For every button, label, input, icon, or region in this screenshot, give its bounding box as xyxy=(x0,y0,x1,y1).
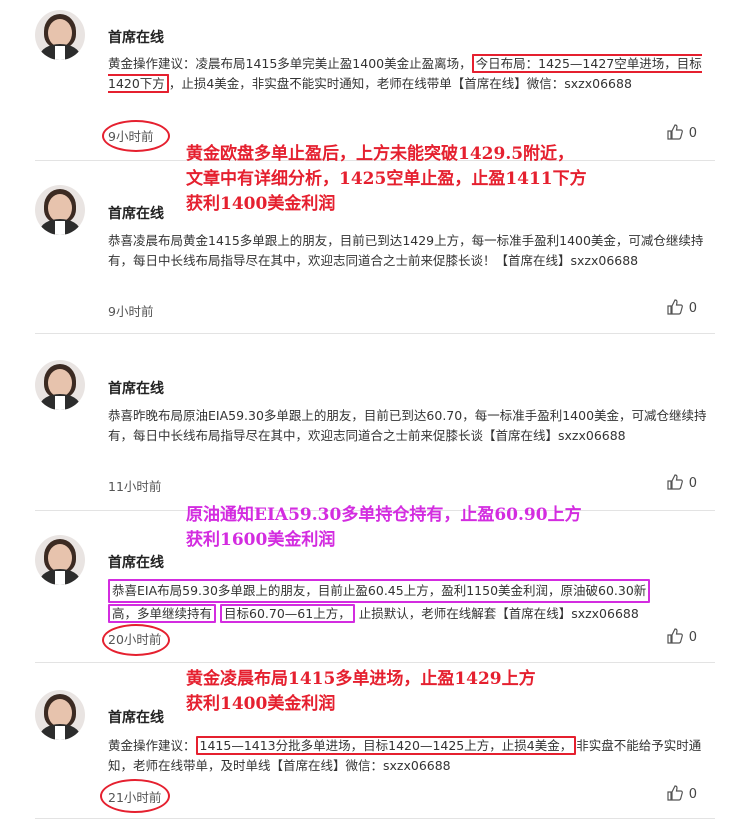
post-3: 首席在线 恭喜昨晚布局原油EIA59.30多单跟上的朋友，目前已到达60.70，… xyxy=(35,360,715,500)
content-line: 高，多单继续持有 目标60.70—61上方， 止损默认，老师在线解套【首席在线】… xyxy=(108,603,708,624)
content-text: 黄金操作建议： xyxy=(108,738,196,753)
highlight-box: 高，多单继续持有 xyxy=(108,603,217,623)
highlight-box: 目标60.70—61上方， xyxy=(220,603,355,623)
like-count: 0 xyxy=(688,301,697,316)
avatar[interactable] xyxy=(35,360,85,410)
author-name[interactable]: 首席在线 xyxy=(108,27,164,47)
post-time: 9小时前 xyxy=(108,304,154,319)
thumbs-up-icon xyxy=(667,628,683,644)
post-content: 恭喜昨晚布局原油EIA59.30多单跟上的朋友，目前已到达60.70，每一标准手… xyxy=(108,408,707,443)
post-2: 首席在线 恭喜凌晨布局黄金1415多单跟上的朋友，目前已到达1429上方，每一标… xyxy=(35,185,715,325)
time-highlight-oval xyxy=(100,779,170,813)
like-count: 0 xyxy=(688,630,697,645)
post-4-content: 恭喜EIA布局59.30多单跟上的朋友，目前止盈60.45上方，盈利1150美金… xyxy=(108,579,708,623)
post-content: 黄金操作建议： 1415—1413分批多单进场，目标1420—1425上方，止损4… xyxy=(108,736,708,775)
divider xyxy=(35,333,715,334)
avatar[interactable] xyxy=(35,690,85,740)
highlight-box: 1415—1413分批多单进场，目标1420—1425上方，止损4美金， xyxy=(195,736,577,755)
thumbs-up-icon xyxy=(667,124,683,140)
post-content: 黄金操作建议：凌晨布局1415多单完美止盈1400美金止盈离场， 今日布局：142… xyxy=(108,54,708,93)
thumbs-up-icon xyxy=(667,299,683,315)
avatar[interactable] xyxy=(35,185,85,235)
like-button[interactable]: 0 xyxy=(667,474,697,491)
like-button[interactable]: 0 xyxy=(667,124,697,141)
avatar[interactable] xyxy=(35,10,85,60)
author-name[interactable]: 首席在线 xyxy=(108,552,164,572)
annotation-line: 原油通知EIA59.30多单持仓持有，止盈60.90上方 xyxy=(186,505,582,525)
highlight-box: 恭喜EIA布局59.30多单跟上的朋友，目前止盈60.45上方，盈利1150美金… xyxy=(108,579,651,603)
time-highlight-oval xyxy=(102,624,170,656)
content-text: 止损默认，老师在线解套【首席在线】sxzx06688 xyxy=(358,605,639,621)
thumbs-up-icon xyxy=(667,785,683,801)
content-text: ，止损4美金，非实盘不能实时通知，老师在线带单【首席在线】微信：sxzx0668… xyxy=(168,75,632,91)
divider xyxy=(35,818,715,819)
avatar[interactable] xyxy=(35,535,85,585)
like-button[interactable]: 0 xyxy=(667,299,697,316)
thumbs-up-icon xyxy=(667,474,683,490)
like-button[interactable]: 0 xyxy=(667,785,697,802)
author-name[interactable]: 首席在线 xyxy=(108,378,164,398)
annotation-line: 黄金欧盘多单止盈后，上方未能突破1429.5附近， xyxy=(186,144,575,164)
like-count: 0 xyxy=(688,787,697,802)
like-count: 0 xyxy=(688,476,697,491)
like-button[interactable]: 0 xyxy=(667,628,697,645)
post-content: 恭喜凌晨布局黄金1415多单跟上的朋友，目前已到达1429上方，每一标准手盈利1… xyxy=(108,233,704,268)
divider xyxy=(35,662,715,663)
author-name[interactable]: 首席在线 xyxy=(108,203,164,223)
like-count: 0 xyxy=(688,126,697,141)
time-highlight-oval xyxy=(102,120,170,152)
author-name[interactable]: 首席在线 xyxy=(108,707,164,727)
post-time: 11小时前 xyxy=(108,479,162,494)
annotation-line: 黄金凌晨布局1415多单进场，止盈1429上方 xyxy=(186,669,536,689)
content-text: 黄金操作建议：凌晨布局1415多单完美止盈1400美金止盈离场， xyxy=(108,56,472,71)
